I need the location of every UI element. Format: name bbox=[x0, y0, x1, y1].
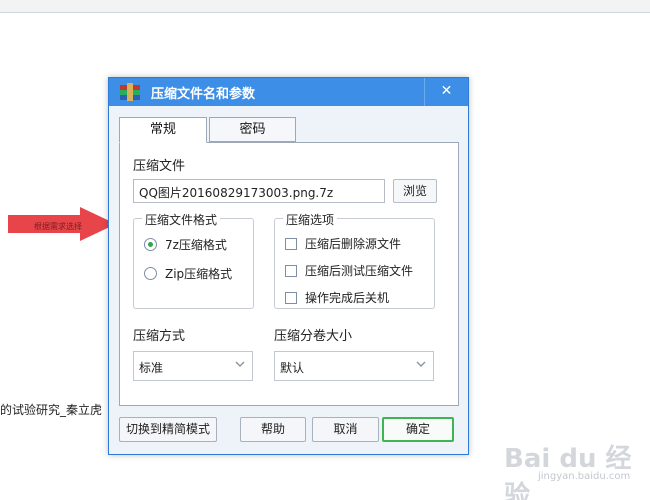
tab-password[interactable]: 密码 bbox=[209, 117, 296, 142]
simple-mode-button[interactable]: 切换到精简模式 bbox=[119, 417, 217, 442]
winrar-archive-icon bbox=[120, 83, 140, 101]
window-top-bar bbox=[0, 0, 650, 13]
split-select[interactable]: 默认 bbox=[274, 351, 434, 381]
split-label: 压缩分卷大小 bbox=[274, 329, 353, 344]
close-button[interactable]: ✕ bbox=[424, 78, 468, 106]
cancel-button[interactable]: 取消 bbox=[312, 417, 379, 442]
delete-after-option[interactable]: 压缩后删除源文件 bbox=[285, 235, 401, 252]
delete-after-checkbox[interactable] bbox=[285, 237, 297, 250]
general-panel: 压缩文件 QQ图片20160829173003.png.7z 浏览 压缩文件格式… bbox=[119, 142, 459, 406]
chevron-down-icon bbox=[416, 361, 426, 367]
split-value: 默认 bbox=[280, 361, 305, 375]
shutdown-after-option[interactable]: 操作完成后关机 bbox=[285, 289, 389, 306]
format-zip-option[interactable]: Zip压缩格式 bbox=[144, 265, 232, 282]
method-select[interactable]: 标准 bbox=[133, 351, 253, 381]
baidu-watermark: Bai du 经验 jingyan.baidu.com bbox=[500, 438, 640, 500]
watermark-url: jingyan.baidu.com bbox=[538, 471, 631, 482]
format-zip-radio[interactable] bbox=[144, 267, 157, 280]
watermark-logo-text: Bai du 经验 bbox=[504, 444, 632, 500]
delete-after-label: 压缩后删除源文件 bbox=[305, 237, 402, 251]
options-group-title: 压缩选项 bbox=[283, 211, 338, 228]
format-7z-radio[interactable] bbox=[144, 238, 157, 251]
background-document-title: 的试验研究_秦立虎 bbox=[0, 403, 103, 417]
archive-name-label: 压缩文件 bbox=[133, 159, 186, 174]
method-value: 标准 bbox=[139, 361, 164, 375]
annotation-label: 根据需求选择 bbox=[34, 222, 82, 231]
help-button[interactable]: 帮助 bbox=[240, 417, 306, 442]
ok-button[interactable]: 确定 bbox=[382, 417, 454, 442]
dialog-titlebar[interactable]: 压缩文件名和参数 ✕ bbox=[109, 78, 468, 106]
archive-dialog: 压缩文件名和参数 ✕ 常规 密码 压缩文件 QQ图片20160829173003… bbox=[108, 77, 469, 455]
format-group-title: 压缩文件格式 bbox=[142, 211, 221, 228]
format-group: 压缩文件格式 7z压缩格式 Zip压缩格式 bbox=[133, 211, 254, 309]
method-label: 压缩方式 bbox=[133, 329, 186, 344]
chevron-down-icon bbox=[235, 361, 245, 367]
dialog-title: 压缩文件名和参数 bbox=[151, 87, 256, 102]
shutdown-after-checkbox[interactable] bbox=[285, 291, 297, 304]
format-zip-label: Zip压缩格式 bbox=[165, 267, 233, 281]
tab-general[interactable]: 常规 bbox=[119, 117, 207, 143]
format-7z-option[interactable]: 7z压缩格式 bbox=[144, 236, 227, 253]
archive-name-input[interactable]: QQ图片20160829173003.png.7z bbox=[133, 179, 385, 203]
format-7z-label: 7z压缩格式 bbox=[165, 238, 227, 252]
test-after-label: 压缩后测试压缩文件 bbox=[305, 264, 414, 278]
test-after-option[interactable]: 压缩后测试压缩文件 bbox=[285, 262, 413, 279]
browse-button[interactable]: 浏览 bbox=[393, 179, 437, 203]
test-after-checkbox[interactable] bbox=[285, 264, 297, 277]
shutdown-after-label: 操作完成后关机 bbox=[305, 291, 390, 305]
options-group: 压缩选项 压缩后删除源文件 压缩后测试压缩文件 操作完成后关机 bbox=[274, 211, 435, 309]
